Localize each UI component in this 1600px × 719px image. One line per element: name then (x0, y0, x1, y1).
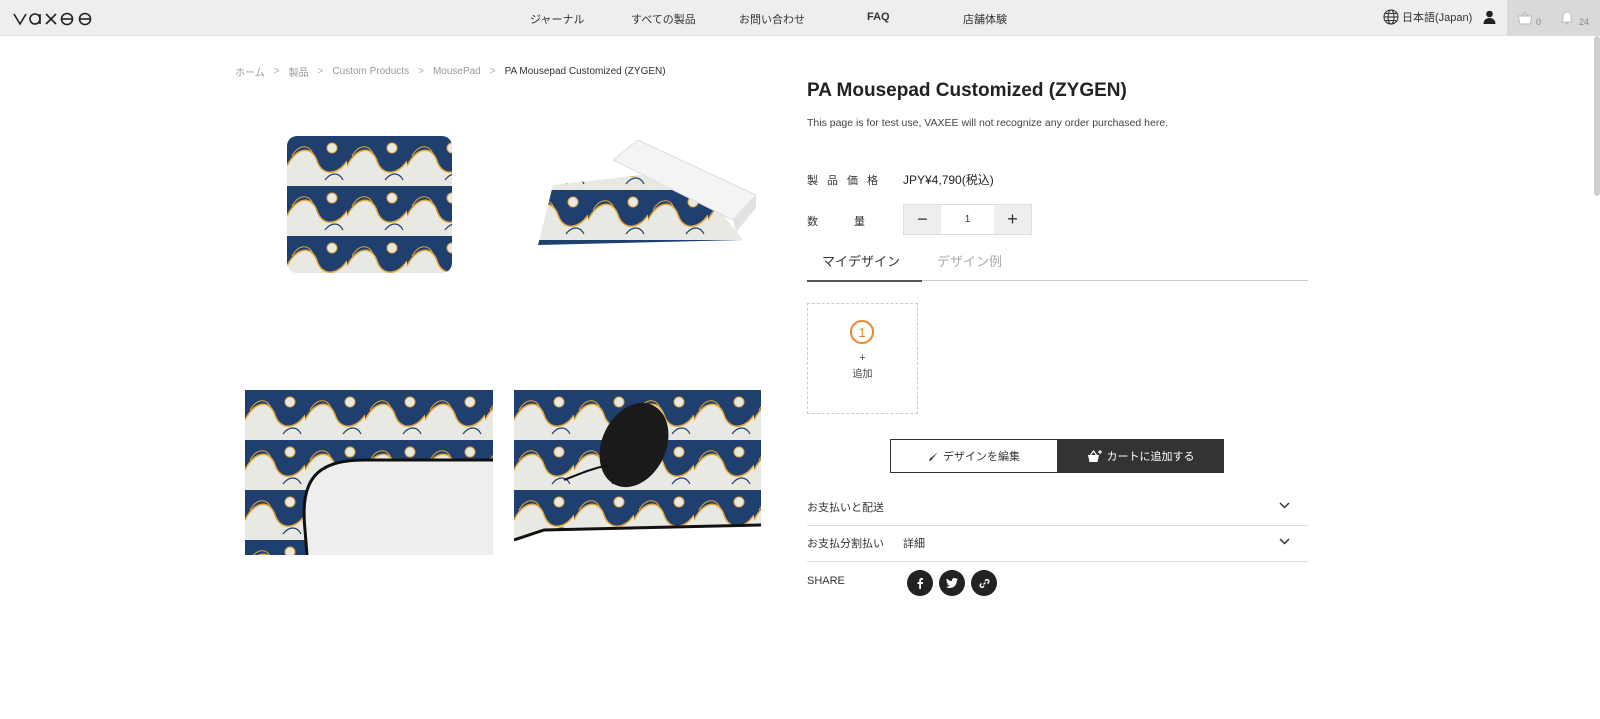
user-icon[interactable] (1483, 10, 1496, 24)
page-scrollbar[interactable] (1594, 36, 1600, 196)
chevron-right-icon: > (489, 66, 496, 77)
breadcrumb-custom-products[interactable]: Custom Products (332, 66, 409, 77)
quantity-decrease-button[interactable]: − (904, 205, 941, 234)
site-header: vaxee ジャーナル すべての製品 お問い合わせ FAQ 店舗体験 日本語(J… (0, 0, 1600, 36)
price-label: 製品価格 (807, 175, 887, 187)
link-icon[interactable] (971, 570, 997, 596)
chevron-down-icon (1279, 502, 1290, 509)
chevron-right-icon: > (317, 66, 324, 77)
quantity-increase-button[interactable]: + (994, 205, 1031, 234)
slot-add-label: 追加 (852, 369, 873, 380)
quantity-input[interactable]: 1 (941, 205, 994, 234)
tab-design-examples[interactable]: デザイン例 (937, 251, 1002, 270)
quantity-label: 数量 (807, 216, 901, 228)
notification-count-badge: 24 (1579, 17, 1590, 27)
add-to-cart-button[interactable]: カートに追加する (1057, 439, 1224, 473)
breadcrumb-home[interactable]: ホーム (235, 64, 265, 79)
nav-faq[interactable]: FAQ (867, 11, 890, 23)
facebook-icon[interactable] (907, 570, 933, 596)
language-selector[interactable]: 日本語(Japan) (1383, 9, 1472, 25)
breadcrumb-mousepad[interactable]: MousePad (433, 66, 481, 77)
product-image-with-mouse[interactable] (514, 390, 761, 555)
design-tabs: マイデザイン デザイン例 (807, 247, 1308, 282)
slot-number-badge: 1 (850, 320, 874, 344)
brush-icon (929, 451, 938, 461)
design-slot-add[interactable]: 1 + 追加 (807, 303, 918, 414)
accordion-payment-shipping-label: お支払いと配送 (807, 502, 884, 514)
installment-detail-link[interactable]: 詳細 (903, 535, 925, 551)
nav-journal[interactable]: ジャーナル (530, 11, 584, 27)
nav-store-experience[interactable]: 店舗体験 (963, 11, 1007, 27)
active-tab-indicator (807, 280, 922, 282)
twitter-icon[interactable] (939, 570, 965, 596)
chevron-down-icon (1279, 538, 1290, 545)
globe-icon (1383, 9, 1399, 25)
quantity-stepper: − 1 + (903, 204, 1032, 235)
edit-design-label: デザインを編集 (943, 451, 1020, 463)
product-image-with-box[interactable] (528, 140, 756, 255)
accordion-installment-label: お支払分割払い (807, 538, 884, 550)
edit-design-button[interactable]: デザインを編集 (890, 439, 1058, 473)
nav-all-products[interactable]: すべての製品 (631, 11, 696, 27)
tab-my-design[interactable]: マイデザイン (822, 251, 900, 270)
cart-count-badge: 0 (1536, 17, 1542, 27)
nav-contact[interactable]: お問い合わせ (739, 11, 805, 27)
product-price: JPY¥4,790(税込) (903, 173, 994, 187)
plus-icon: + (859, 352, 866, 364)
product-description: This page is for test use, VAXEE will no… (807, 117, 1169, 129)
product-image-top-view[interactable] (287, 136, 452, 273)
main-nav: ジャーナル すべての製品 お問い合わせ FAQ 店舗体験 (0, 0, 1600, 36)
breadcrumb-current: PA Mousepad Customized (ZYGEN) (504, 66, 666, 77)
breadcrumb: ホーム > 製品 > Custom Products > MousePad > … (235, 64, 666, 79)
chevron-right-icon: > (418, 66, 424, 77)
accordion-payment-shipping[interactable]: お支払いと配送 (807, 490, 1308, 526)
cart-notification-area: 0 24 (1507, 0, 1600, 36)
chevron-right-icon: > (273, 66, 280, 77)
share-label: SHARE (807, 575, 845, 587)
accordion-installment[interactable]: お支払分割払い 詳細 (807, 526, 1308, 562)
product-title: PA Mousepad Customized (ZYGEN) (807, 80, 1127, 101)
bell-icon[interactable] (1560, 11, 1574, 25)
breadcrumb-products[interactable]: 製品 (289, 64, 309, 79)
cart-add-icon (1087, 450, 1102, 462)
product-image-corner-closeup[interactable] (245, 390, 493, 555)
add-to-cart-label: カートに追加する (1106, 451, 1195, 463)
language-label: 日本語(Japan) (1402, 12, 1473, 24)
cart-icon[interactable] (1517, 11, 1533, 25)
